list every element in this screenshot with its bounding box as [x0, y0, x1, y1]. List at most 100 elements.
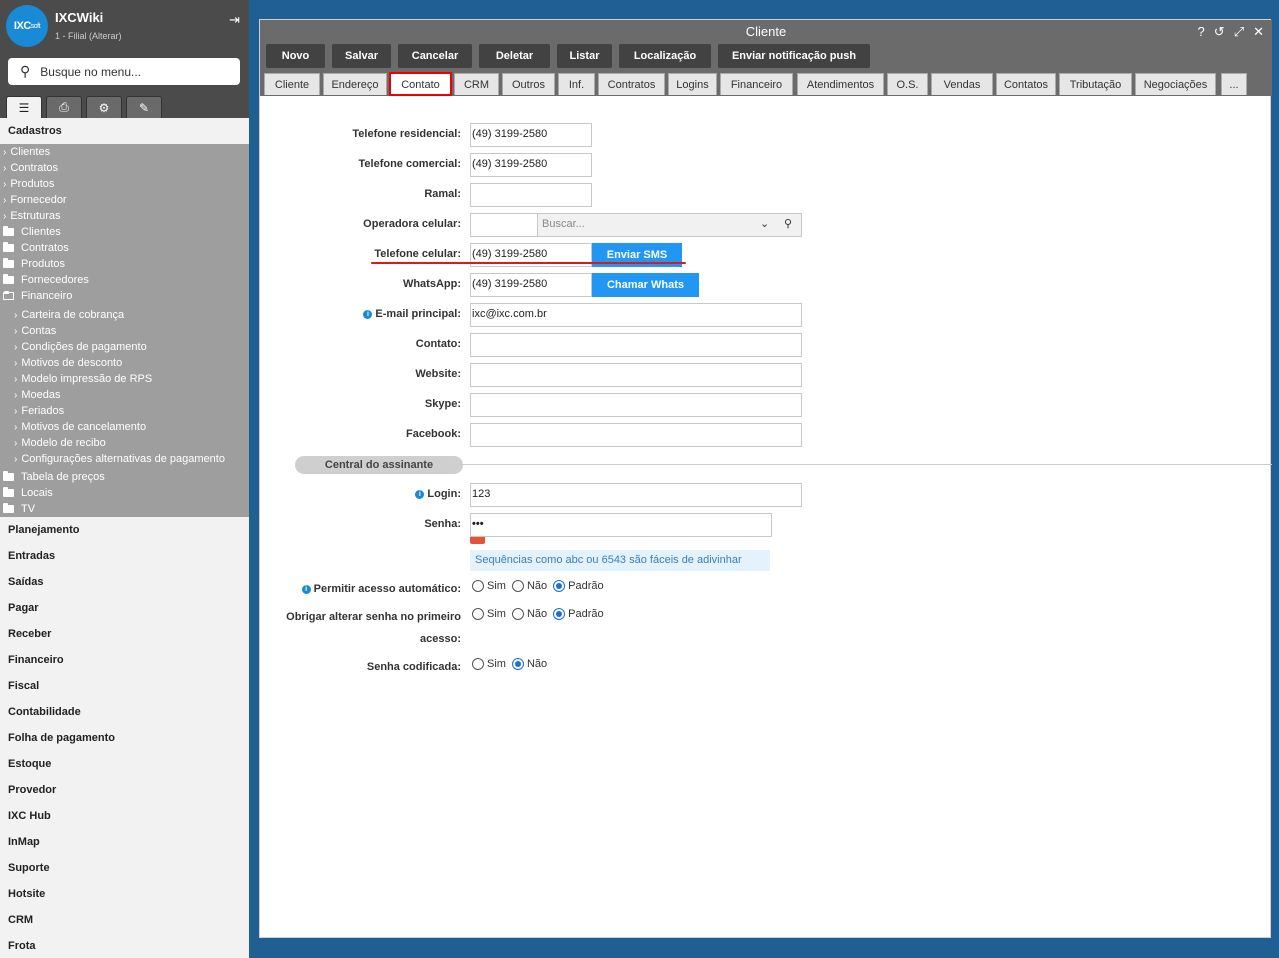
radio-nao[interactable]: Não: [511, 580, 547, 592]
senha-input[interactable]: •••: [470, 513, 772, 537]
tab[interactable]: Tributação: [1059, 73, 1132, 95]
sidebar-cadastro-item[interactable]: Contratos: [3, 242, 69, 254]
toolbar-button[interactable]: Novo: [266, 44, 325, 68]
sidebar-cadastro-item[interactable]: Financeiro: [3, 290, 72, 302]
ramal-input[interactable]: [470, 183, 592, 207]
menu-group[interactable]: Planejamento: [0, 517, 249, 543]
tab[interactable]: Contatos: [996, 73, 1056, 95]
whatsapp-input[interactable]: (49) 3199-2580: [470, 273, 592, 297]
tab[interactable]: ...: [1221, 73, 1247, 95]
gears-icon[interactable]: ⚙: [86, 96, 122, 118]
tab[interactable]: Logins: [668, 73, 717, 95]
sidebar-cadastro-item[interactable]: › Contas: [14, 325, 56, 337]
tab[interactable]: Financeiro: [720, 73, 793, 95]
menu-group[interactable]: Contabilidade: [0, 699, 249, 725]
tab[interactable]: Vendas: [931, 73, 993, 95]
tab[interactable]: Endereço: [323, 73, 387, 95]
radio-nao[interactable]: Não: [511, 658, 547, 670]
menu-group[interactable]: Receber: [0, 621, 249, 647]
menu-group[interactable]: Suporte: [0, 855, 249, 881]
menu-group[interactable]: Financeiro: [0, 647, 249, 673]
tab[interactable]: Negociações: [1135, 73, 1216, 95]
radio-circle[interactable]: [511, 658, 524, 670]
menu-group[interactable]: Saídas: [0, 569, 249, 595]
sidebar-cadastro-item[interactable]: TV: [3, 503, 35, 515]
menu-search-input[interactable]: ⚲ Busque no menu...: [8, 58, 240, 85]
tab[interactable]: O.S.: [887, 73, 928, 95]
tel-com-input[interactable]: (49) 3199-2580: [470, 153, 592, 177]
radio-circle[interactable]: [472, 658, 484, 670]
menu-group[interactable]: Folha de pagamento: [0, 725, 249, 751]
sidebar-cadastro-item[interactable]: › Produtos: [3, 178, 54, 190]
sidebar-cadastro-item[interactable]: Locais: [3, 487, 53, 499]
radio-sim[interactable]: Sim: [472, 608, 506, 620]
sidebar-cadastro-item[interactable]: › Clientes: [3, 146, 50, 158]
sidebar-cadastro-item[interactable]: › Motivos de cancelamento: [14, 421, 146, 433]
sidebar-cadastro-item[interactable]: Clientes: [3, 226, 61, 238]
radio-padrao[interactable]: Padrão: [553, 608, 604, 620]
toolbar-button[interactable]: Listar: [557, 44, 612, 68]
sidebar-cadastro-item[interactable]: Fornecedores: [3, 274, 89, 286]
menu-group[interactable]: Fiscal: [0, 673, 249, 699]
menu-group[interactable]: Frota: [0, 933, 249, 958]
sidebar-cadastro-item[interactable]: › Modelo de recibo: [14, 437, 106, 449]
sidebar-cadastro-item[interactable]: › Contratos: [3, 162, 58, 174]
operadora-select[interactable]: Buscar... ⌄ ⚲: [537, 213, 802, 237]
radio-sim[interactable]: Sim: [472, 658, 506, 670]
info-icon[interactable]: i: [363, 310, 373, 319]
menu-group[interactable]: Pagar: [0, 595, 249, 621]
tab[interactable]: Cliente: [264, 73, 320, 95]
info-icon[interactable]: i: [415, 490, 425, 499]
logout-icon[interactable]: ⇥: [229, 12, 240, 28]
menu-group[interactable]: Hotsite: [0, 881, 249, 907]
radio-circle[interactable]: [472, 580, 484, 592]
sidebar-cadastro-item[interactable]: › Carteira de cobrança: [14, 309, 124, 321]
radio-sim[interactable]: Sim: [472, 580, 506, 592]
sidebar-cadastro-item[interactable]: › Moedas: [14, 389, 60, 401]
contato-input[interactable]: [470, 333, 802, 357]
tab[interactable]: Outros: [502, 73, 555, 95]
sidebar-cadastro-item[interactable]: › Estruturas: [3, 210, 60, 222]
menu-group[interactable]: InMap: [0, 829, 249, 855]
toolbar-button[interactable]: Deletar: [479, 44, 550, 68]
sidebar-cadastro-item[interactable]: Produtos: [3, 258, 65, 270]
toolbar-button[interactable]: Localização: [619, 44, 711, 68]
toolbar-button[interactable]: Salvar: [332, 44, 391, 68]
email-input[interactable]: ixc@ixc.com.br: [470, 303, 802, 327]
menu-group[interactable]: IXC Hub: [0, 803, 249, 829]
skype-input[interactable]: [470, 393, 802, 417]
sidebar-cadastro-item[interactable]: › Feriados: [14, 405, 64, 417]
tab[interactable]: Atendimentos: [797, 73, 884, 95]
expand-icon[interactable]: ⤢: [1234, 20, 1244, 44]
chevron-down-icon[interactable]: ⌄: [760, 217, 769, 230]
operadora-code-input[interactable]: [470, 213, 538, 237]
toolbar-button[interactable]: Enviar notificação push: [718, 44, 870, 68]
toolbar-button[interactable]: Cancelar: [398, 44, 472, 68]
sidebar-cadastro-item[interactable]: Tabela de preços: [3, 471, 105, 483]
menu-group[interactable]: Entradas: [0, 543, 249, 569]
tab[interactable]: CRM: [454, 73, 499, 95]
print-icon[interactable]: ⎙: [46, 96, 82, 118]
list-icon[interactable]: ☰: [6, 96, 42, 118]
tel-res-input[interactable]: (49) 3199-2580: [470, 123, 592, 147]
tab[interactable]: Contato: [389, 72, 452, 96]
filial-link[interactable]: 1 - Filial (Alterar): [55, 31, 122, 41]
radio-circle[interactable]: [511, 580, 524, 592]
menu-group[interactable]: Provedor: [0, 777, 249, 803]
info-icon[interactable]: i: [301, 585, 311, 594]
radio-circle[interactable]: [511, 608, 524, 620]
menu-group[interactable]: CRM: [0, 907, 249, 933]
sidebar-cadastro-item[interactable]: › Fornecedor: [3, 194, 67, 206]
facebook-input[interactable]: [470, 423, 802, 447]
login-input[interactable]: 123: [470, 483, 802, 507]
sidebar-cadastro-item[interactable]: › Configurações alternativas de pagamento: [14, 453, 225, 465]
wrench-icon[interactable]: ✎: [126, 96, 162, 118]
sidebar-cadastro-item[interactable]: › Motivos de desconto: [14, 357, 122, 369]
website-input[interactable]: [470, 363, 802, 387]
close-icon[interactable]: ✕: [1253, 20, 1264, 44]
radio-circle[interactable]: [472, 608, 484, 620]
section-cadastros[interactable]: Cadastros: [0, 118, 249, 144]
call-whats-button[interactable]: Chamar Whats: [592, 273, 699, 297]
history-icon[interactable]: ↺: [1214, 20, 1225, 44]
radio-nao[interactable]: Não: [511, 608, 547, 620]
